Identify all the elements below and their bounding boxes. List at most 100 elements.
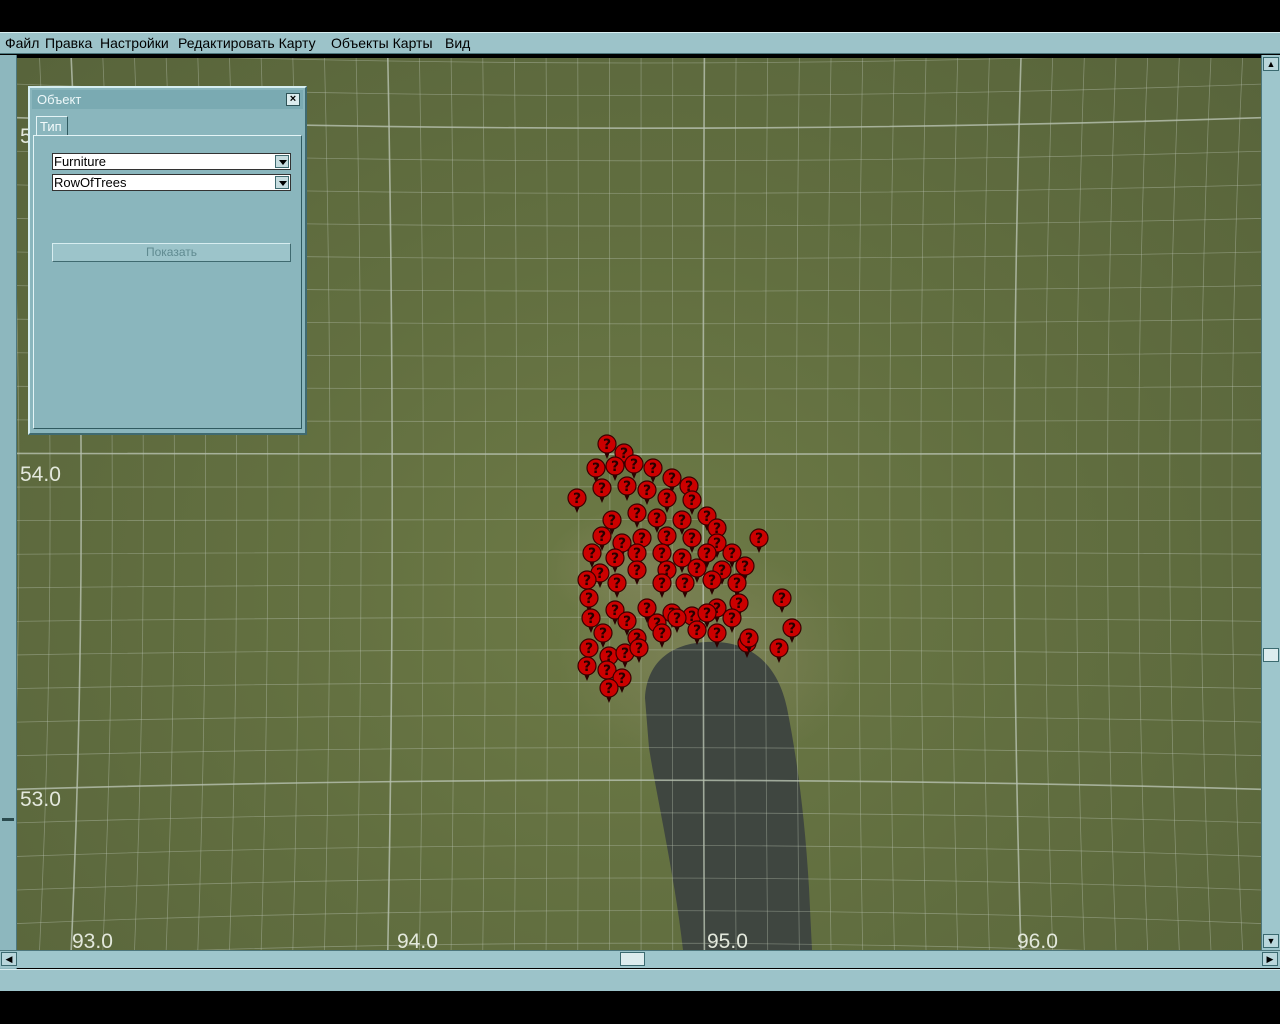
svg-text:?: ? <box>663 491 671 507</box>
vertical-scrollbar[interactable]: ▲ ▼ <box>1261 55 1280 950</box>
svg-text:?: ? <box>741 559 749 575</box>
tab-type-label: Тип <box>40 119 62 134</box>
bottom-black-bar <box>0 991 1280 1024</box>
menu-bar: Файл Правка Настройки Редактировать Карт… <box>0 32 1280 54</box>
menu-edit[interactable]: Правка <box>45 35 92 51</box>
svg-text:?: ? <box>663 529 671 545</box>
svg-text:?: ? <box>649 461 657 477</box>
menu-view[interactable]: Вид <box>445 35 470 51</box>
svg-text:?: ? <box>733 576 741 592</box>
red-question-marker-icon[interactable]: ? <box>617 476 637 501</box>
red-question-marker-icon[interactable]: ? <box>624 454 644 479</box>
svg-text:?: ? <box>668 471 676 487</box>
svg-text:?: ? <box>583 573 591 589</box>
svg-text:?: ? <box>635 641 643 657</box>
svg-text:?: ? <box>681 576 689 592</box>
red-question-marker-icon[interactable]: ? <box>643 458 663 483</box>
svg-text:?: ? <box>605 681 613 697</box>
svg-text:?: ? <box>598 481 606 497</box>
red-question-marker-icon[interactable]: ? <box>567 488 587 513</box>
svg-text:?: ? <box>623 479 631 495</box>
x-axis-label: 95.0 <box>707 930 748 950</box>
grid-line <box>192 942 1086 950</box>
svg-text:?: ? <box>633 506 641 522</box>
grid-line <box>1138 58 1149 950</box>
grid-line <box>514 58 517 950</box>
grid-line <box>17 779 1261 791</box>
svg-text:?: ? <box>658 576 666 592</box>
menu-file[interactable]: Файл <box>5 35 39 51</box>
dialog-title-bar[interactable]: Объект × <box>32 90 303 109</box>
svg-text:?: ? <box>693 623 701 639</box>
svg-text:?: ? <box>658 546 666 562</box>
chevron-down-icon[interactable] <box>275 176 289 189</box>
show-button[interactable]: Показать <box>52 243 291 262</box>
svg-text:?: ? <box>673 611 681 627</box>
red-question-marker-icon[interactable]: ? <box>592 478 612 503</box>
dialog-title: Объект <box>37 92 82 107</box>
svg-text:?: ? <box>728 546 736 562</box>
svg-text:?: ? <box>618 671 626 687</box>
menu-settings[interactable]: Настройки <box>100 35 169 51</box>
svg-text:?: ? <box>678 513 686 529</box>
grid-line <box>827 58 832 950</box>
svg-text:?: ? <box>613 576 621 592</box>
chevron-down-icon[interactable] <box>275 155 289 168</box>
svg-text:?: ? <box>611 551 619 567</box>
grid-line <box>17 845 1261 857</box>
svg-text:?: ? <box>703 606 711 622</box>
menu-map-objects[interactable]: Объекты Карты <box>331 35 433 51</box>
grid-line <box>1200 58 1212 950</box>
scroll-down-icon[interactable]: ▼ <box>1263 934 1279 948</box>
category-select[interactable]: Furniture <box>52 153 291 170</box>
svg-text:?: ? <box>778 591 786 607</box>
close-x-icon[interactable]: × <box>286 93 300 106</box>
svg-text:?: ? <box>596 566 604 582</box>
grid-line <box>1044 58 1054 950</box>
scroll-left-icon[interactable]: ◀ <box>1 952 17 966</box>
svg-text:?: ? <box>588 546 596 562</box>
scroll-up-icon[interactable]: ▲ <box>1263 57 1279 71</box>
red-question-marker-icon[interactable]: ? <box>605 456 625 481</box>
y-axis-label: 54.0 <box>20 463 61 486</box>
grid-line <box>17 296 20 712</box>
grid-line <box>1107 58 1117 950</box>
svg-text:?: ? <box>703 546 711 562</box>
subtype-select[interactable]: RowOfTrees <box>52 174 291 191</box>
svg-text:?: ? <box>755 531 763 547</box>
svg-text:?: ? <box>608 513 616 529</box>
grid-line <box>17 877 1261 891</box>
grid-line <box>858 58 864 950</box>
left-ruler <box>0 55 17 969</box>
scroll-right-icon[interactable]: ▶ <box>1262 952 1278 966</box>
menu-edit-map[interactable]: Редактировать Карту <box>178 35 316 51</box>
grid-line <box>419 58 424 950</box>
svg-text:?: ? <box>633 546 641 562</box>
red-question-marker-icon[interactable]: ? <box>597 434 617 459</box>
subtype-select-value: RowOfTrees <box>54 175 127 190</box>
tab-type[interactable]: Тип <box>36 116 68 136</box>
tab-panel: Furniture RowOfTrees Показать <box>33 135 302 429</box>
svg-text:?: ? <box>599 626 607 642</box>
status-bar <box>0 969 1280 991</box>
grid-line <box>482 58 486 950</box>
grid-line <box>702 58 706 950</box>
svg-text:?: ? <box>585 641 593 657</box>
x-axis-label: 94.0 <box>397 930 438 950</box>
svg-text:?: ? <box>643 483 651 499</box>
svg-text:?: ? <box>713 626 721 642</box>
svg-text:?: ? <box>653 511 661 527</box>
horizontal-scroll-thumb[interactable] <box>620 952 645 966</box>
svg-text:?: ? <box>745 631 753 647</box>
horizontal-scrollbar[interactable]: ◀ ▶ <box>0 950 1280 968</box>
svg-text:?: ? <box>603 437 611 453</box>
svg-text:?: ? <box>573 491 581 507</box>
y-axis-label: 53.0 <box>20 788 61 811</box>
grid-line <box>1169 58 1180 950</box>
svg-text:?: ? <box>693 561 701 577</box>
vertical-scroll-thumb[interactable] <box>1263 648 1279 662</box>
grid-line <box>545 58 549 950</box>
grid-line <box>450 58 455 950</box>
svg-text:?: ? <box>788 621 796 637</box>
svg-text:?: ? <box>688 531 696 547</box>
